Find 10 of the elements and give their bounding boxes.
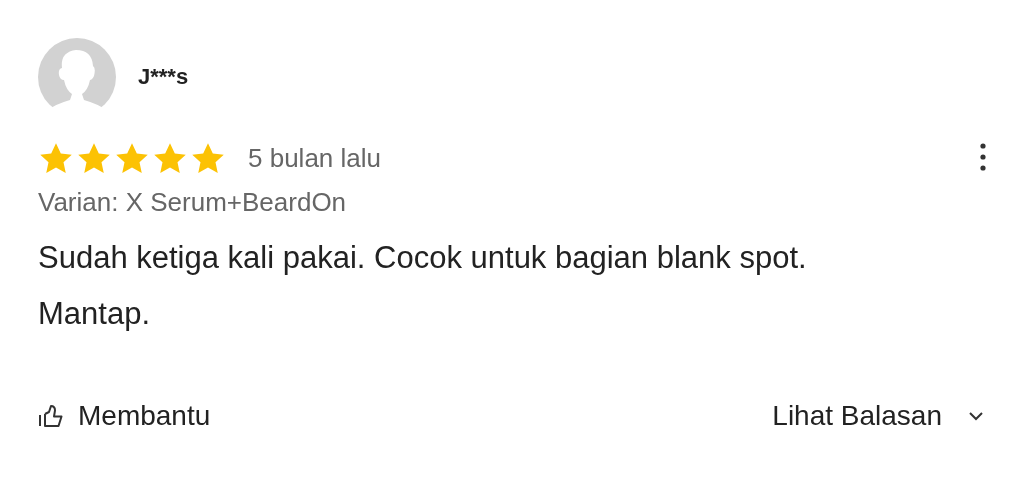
variant-label: Varian: X Serum+BeardOn (38, 187, 348, 218)
more-options-icon (980, 142, 986, 172)
thumbs-up-icon (38, 403, 64, 429)
avatar-icon (38, 38, 116, 116)
helpful-button[interactable]: Membantu (38, 400, 211, 432)
user-name: J***s (138, 64, 189, 90)
chevron-down-icon (968, 411, 984, 421)
review-text: Sudah ketiga kali pakai. Cocok untuk bagian blank spot. Mantap. (38, 239, 808, 333)
review-time: 5 bulan lalu (248, 143, 381, 174)
view-replies-button[interactable]: Lihat Balasan (772, 400, 984, 432)
